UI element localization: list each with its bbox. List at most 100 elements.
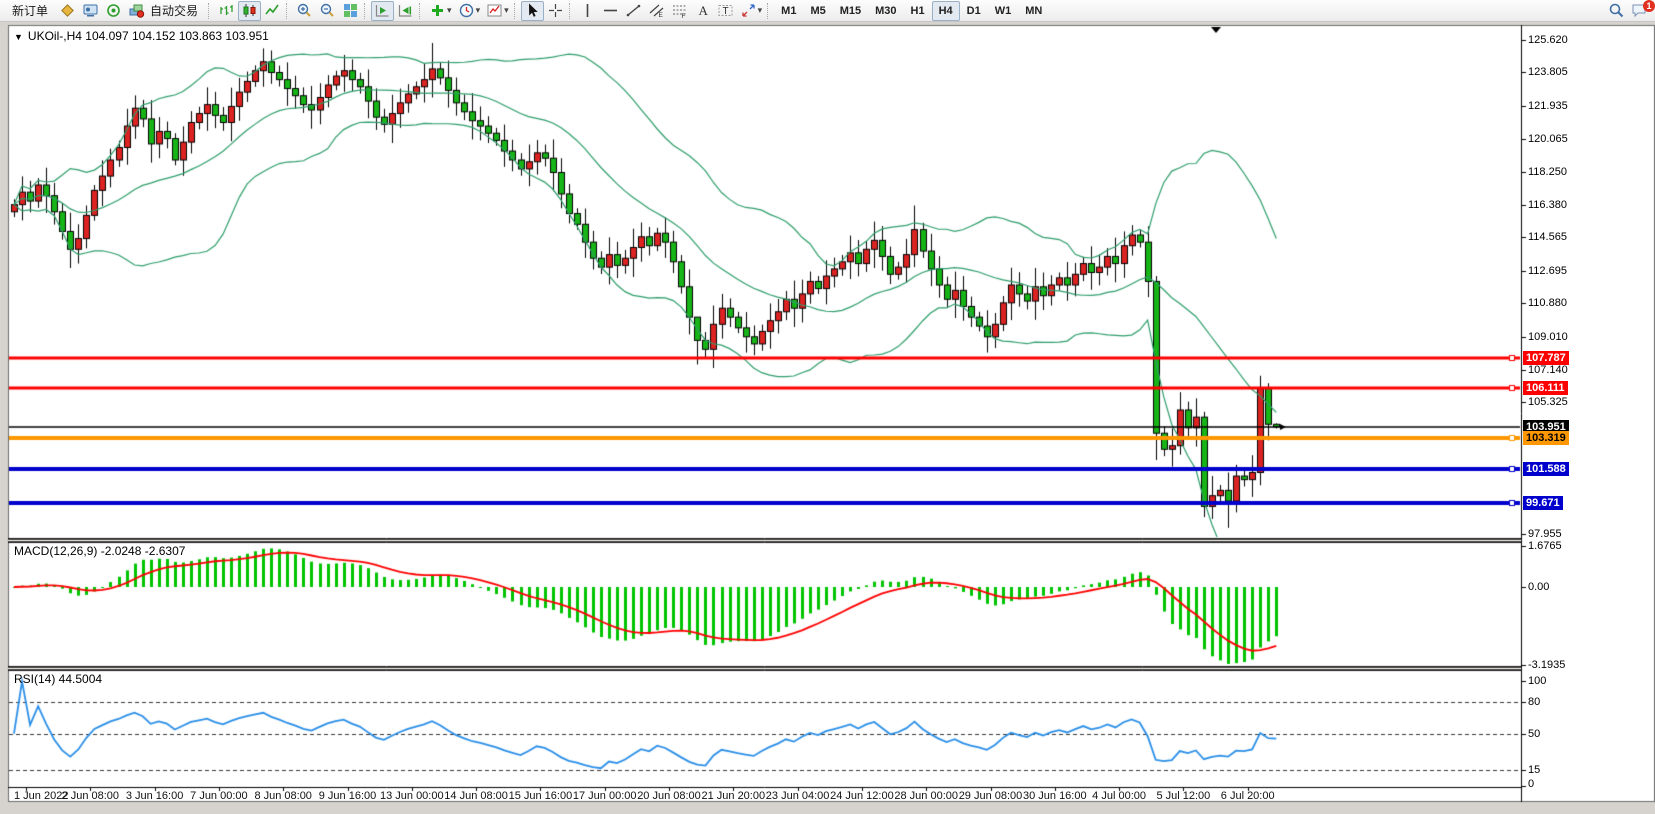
chevron-down-icon: ▾ [504,5,509,16]
toolbar-right-group: 1 [1605,1,1651,21]
collapse-arrow-icon[interactable]: ▼ [14,32,23,42]
chart-shift-icon [397,2,414,19]
chevron-down-icon: ▾ [758,5,763,16]
indicators-button[interactable]: ▾ [426,1,455,21]
market-watch-button[interactable] [56,1,79,21]
chart-title: ▼UKOil-,H4 104.097 104.152 103.863 103.9… [14,29,269,43]
date-label: 7 Jun 00:00 [190,790,248,802]
date-label: 1 Jun 2022 [14,790,68,802]
timeframe-button-h4[interactable]: H4 [932,1,960,21]
signals-icon [105,2,122,19]
date-label: 2 Jun 08:00 [62,790,120,802]
new-order-button[interactable]: 新订单 [4,1,56,21]
zoom-in-button[interactable] [293,1,316,21]
rsi-tick-label: 100 [1528,675,1546,687]
text-button[interactable]: A [691,1,714,21]
cursor-button[interactable] [521,1,544,21]
price-tick-label: 125.620 [1528,34,1568,46]
channel-button[interactable]: E [645,1,668,21]
timeframe-button-m15[interactable]: M15 [833,1,868,21]
svg-text:F: F [681,13,685,19]
date-label: 21 Jun 20:00 [701,790,765,802]
crosshair-icon [547,2,564,19]
candlestick-button[interactable] [238,1,261,21]
rsi-tick-label: 15 [1528,764,1540,776]
date-label: 6 Jul 20:00 [1221,790,1275,802]
label-icon: T [717,2,734,19]
fibonacci-button[interactable]: F [668,1,691,21]
search-icon [1608,2,1625,19]
label-button[interactable]: T [714,1,737,21]
metatrader-screen: 新订单 自动交易 ▾ ▾ ▾ E F AT ▾ M1M5M15M30H1H4D1W1MN 1 ▼ UK… [0,0,1655,814]
notifications-button[interactable]: 1 [1628,1,1651,21]
tile-windows-icon [342,2,359,19]
date-label: 5 Jul 12:00 [1156,790,1210,802]
timeframe-button-w1[interactable]: W1 [988,1,1019,21]
autotrade-icon [128,2,145,19]
date-label: 20 Jun 08:00 [637,790,701,802]
candlestick-icon [241,2,258,19]
search-button[interactable] [1605,1,1628,21]
macd-indicator-label: MACD(12,26,9) -2.0248 -2.6307 [14,544,185,558]
date-label: 23 Jun 04:00 [766,790,830,802]
price-tick-label: 116.380 [1528,199,1567,211]
timeframe-button-h1[interactable]: H1 [904,1,932,21]
tile-windows-button[interactable] [339,1,362,21]
chevron-down-icon: ▾ [476,5,481,16]
panel-splitter-macd[interactable] [8,539,1521,542]
macd-tick-label: -3.1935 [1528,659,1565,671]
chart-canvas[interactable] [0,0,1655,814]
templates-button[interactable]: ▾ [483,1,512,21]
timeframe-button-m30[interactable]: M30 [868,1,903,21]
timeframe-button-m1[interactable]: M1 [774,1,803,21]
signals-button[interactable] [102,1,125,21]
rsi-tick-label: 0 [1528,778,1534,790]
terminal-icon [82,2,99,19]
price-badge: 101.588 [1523,462,1569,476]
timeframe-button-m5[interactable]: M5 [803,1,832,21]
panel-splitter-rsi[interactable] [8,667,1521,670]
date-label: 29 Jun 08:00 [959,790,1023,802]
date-label: 30 Jun 16:00 [1023,790,1087,802]
vertical-line-button[interactable] [576,1,599,21]
toolbar-separator [364,3,369,19]
trendline-button[interactable] [622,1,645,21]
line-chart-button[interactable] [261,1,284,21]
svg-text:E: E [658,12,663,19]
arrows-button[interactable]: ▾ [737,1,766,21]
terminal-button[interactable] [79,1,102,21]
line-chart-icon [264,2,281,19]
chart-symbol-period: UKOil-,H4 [28,29,82,43]
price-tick-label: 120.065 [1528,133,1568,145]
chart-shift-button[interactable] [394,1,417,21]
fibonacci-icon: F [671,2,688,19]
date-label: 17 Jun 00:00 [573,790,637,802]
timeframe-button-mn[interactable]: MN [1018,1,1049,21]
date-label: 14 Jun 08:00 [444,790,508,802]
autotrade-button[interactable]: 自动交易 [125,1,206,21]
price-tick-label: 97.955 [1528,528,1562,540]
price-tick-label: 121.935 [1528,100,1568,112]
auto-scroll-button[interactable] [371,1,394,21]
zoom-out-button[interactable] [316,1,339,21]
price-tick-label: 118.250 [1528,166,1567,178]
price-tick-label: 109.010 [1528,331,1568,343]
bar-chart-button[interactable] [215,1,238,21]
horizontal-line-button[interactable] [599,1,622,21]
rsi-tick-label: 50 [1528,728,1540,740]
text-icon: A [694,2,711,19]
chevron-down-icon: ▾ [447,5,452,16]
svg-text:A: A [698,3,708,18]
date-label: 3 Jun 16:00 [126,790,184,802]
timeframe-button-d1[interactable]: D1 [960,1,988,21]
date-label: 15 Jun 16:00 [509,790,573,802]
price-tick-label: 123.805 [1528,66,1568,78]
crosshair-button[interactable] [544,1,567,21]
price-tick-label: 114.565 [1528,231,1567,243]
price-badge: 103.319 [1523,431,1569,445]
periods-button[interactable]: ▾ [455,1,484,21]
notification-badge: 1 [1643,0,1655,12]
auto-scroll-icon [374,2,391,19]
autotrade-label: 自动交易 [145,2,203,19]
toolbar-separator [514,3,519,19]
